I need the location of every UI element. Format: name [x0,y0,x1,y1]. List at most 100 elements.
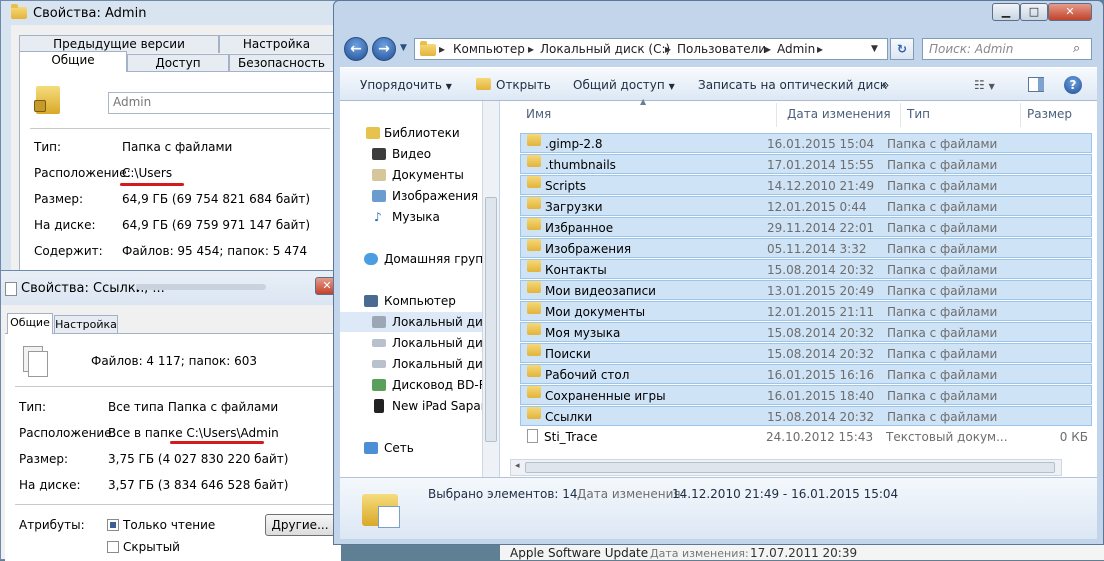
tab-security[interactable]: Безопасность [229,54,334,72]
nav-ipad[interactable]: New iPad Saparov [340,396,483,416]
table-row[interactable]: Рабочий стол 16.01.2015 16:16 Папка с файл… [520,364,1092,384]
history-dropdown-icon[interactable]: ▼ [400,43,407,53]
table-row[interactable]: .gimp-2.8 16.01.2015 15:04 Папка с файлами [520,133,1092,153]
file-type: Папка с файлами [887,137,998,151]
column-date[interactable]: Дата изменения [787,107,891,121]
nav-local-disk-c[interactable]: Локальный диск (C:) [340,312,483,332]
folder-icon [420,41,436,56]
file-name: Изображения [545,242,632,256]
table-row[interactable]: Поиски 15.08.2014 20:32 Папка с файлами [520,343,1092,363]
tab-general[interactable]: Общие [19,51,127,72]
address-bar[interactable]: ▸ Компьютер ▸ Локальный диск (C:) ▸ Поль… [414,38,888,60]
hidden-checkbox[interactable] [107,541,119,553]
text-file-icon [527,429,538,443]
preview-pane-icon[interactable] [1028,77,1044,92]
tab-sharing[interactable]: Доступ [127,54,229,72]
tab-customize[interactable]: Настройка [219,35,334,53]
table-row[interactable]: Ссылки 15.08.2014 20:32 Папка с файлами [520,406,1092,426]
table-row[interactable]: Контакты 15.08.2014 20:32 Папка с файлами [520,259,1092,279]
address-dropdown-icon[interactable]: ▼ [871,44,878,54]
folder-icon [527,155,541,167]
nav-documents[interactable]: Документы [340,165,483,185]
location-label: Расположение: [19,426,116,440]
table-row[interactable]: Изображения 05.11.2014 3:32 Папка с файлам… [520,238,1092,258]
properties-window-links: Свойства: Ссылки, ... ✕ Общие Настройка … [0,270,341,561]
file-type: Папка с файлами [887,200,998,214]
breadcrumb-arrow-icon[interactable]: ▸ [817,42,823,56]
breadcrumb-local-disk[interactable]: Локальный диск (C:) [540,42,670,56]
horizontal-scrollbar[interactable]: ◂ [510,459,1062,476]
title-bar[interactable]: Свойства: Admin [1,1,339,25]
nav-music[interactable]: ♪ Музыка [340,207,483,227]
share-button[interactable]: Общий доступ ▼ [573,78,675,92]
table-row[interactable]: Загрузки 12.01.2015 0:44 Папка с файлами [520,196,1092,216]
breadcrumb-computer[interactable]: Компьютер [453,42,525,56]
nav-libraries[interactable]: Библиотеки [340,123,483,143]
scroll-left-icon[interactable]: ◂ [515,461,520,471]
table-row[interactable]: Мои видеозаписи 13.01.2015 20:49 Папка с ф… [520,280,1092,300]
column-name[interactable]: Имя [526,107,551,121]
details-pane: Выбрано элементов: 14 Дата изменения: 14… [340,477,1097,539]
view-options-icon[interactable]: ☷ ▼ [974,78,995,92]
back-button[interactable]: ← [344,37,368,61]
table-row[interactable]: Избранное 29.11.2014 22:01 Папка с файлами [520,217,1092,237]
minimize-button[interactable]: ▁ [992,3,1020,21]
breadcrumb-arrow-icon[interactable]: ▸ [439,42,445,56]
nav-video[interactable]: Видео [340,144,483,164]
nav-network[interactable]: Сеть [340,438,483,458]
nav-computer[interactable]: Компьютер [340,291,483,311]
breadcrumb-admin[interactable]: Admin [777,42,815,56]
table-row[interactable]: Мои документы 12.01.2015 21:11 Папка с фай… [520,301,1092,321]
other-attributes-button[interactable]: Другие... [265,514,335,536]
scroll-thumb[interactable] [525,462,1055,473]
location-value: Все в папке C:\Users\Admin [108,426,279,440]
file-size: 0 КБ [1059,430,1088,444]
title-bar[interactable]: Свойства: Ссылки, ... ✕ [1,271,339,305]
breadcrumb-arrow-icon[interactable]: ▸ [665,42,671,56]
file-date: 15.08.2014 20:32 [767,347,875,361]
nav-homegroup[interactable]: Домашняя группа [340,249,483,269]
files-icon [5,282,17,296]
file-name: Контакты [545,263,607,277]
nav-images[interactable]: Изображения [340,186,483,206]
nav-bd-rom[interactable]: Дисковод BD-ROM [340,375,483,395]
date-modified-label: Дата изменения: [577,487,685,501]
forward-button[interactable]: → [372,37,396,61]
search-icon[interactable]: ⌕ [1073,41,1080,56]
open-folder-icon [476,78,491,90]
breadcrumb-arrow-icon[interactable]: ▸ [528,42,534,56]
open-button[interactable]: Открыть [496,78,551,92]
maximize-button[interactable]: □ [1020,3,1048,21]
table-row[interactable]: Сохраненные игры 16.01.2015 18:40 Папка с … [520,385,1092,405]
scroll-thumb[interactable] [485,197,497,442]
refresh-icon[interactable]: ↻ [890,38,914,60]
table-row[interactable]: Sti_Trace 24.10.2012 15:43 Текстовый докум… [520,427,1092,447]
nav-scrollbar[interactable] [482,101,499,477]
file-date: 12.01.2015 21:11 [767,305,875,319]
folder-icon [527,281,541,293]
help-icon[interactable]: ? [1064,76,1082,94]
tab-general[interactable]: Общие [7,313,53,334]
search-input[interactable]: Поиск: Admin ⌕ [922,38,1092,60]
table-row[interactable]: Моя музыка 15.08.2014 20:32 Папка с файлам… [520,322,1092,342]
breadcrumb-arrow-icon[interactable]: ▸ [765,42,771,56]
selection-folder-icon [362,484,402,528]
folder-icon [527,365,541,377]
tab-customize[interactable]: Настройка [54,315,118,333]
file-name: Избранное [545,221,614,235]
name-field[interactable]: Admin [108,92,337,114]
organize-button[interactable]: Упорядочить ▼ [360,78,452,92]
more-commands-button[interactable]: » [882,78,889,92]
table-row[interactable]: .thumbnails 17.01.2014 15:55 Папка с файла… [520,154,1092,174]
column-type[interactable]: Тип [907,107,930,121]
table-row[interactable]: Scripts 14.12.2010 21:49 Папка с файлами [520,175,1092,195]
breadcrumb-users[interactable]: Пользователи [677,42,766,56]
readonly-checkbox[interactable] [107,519,119,531]
column-size[interactable]: Размер [1027,107,1072,121]
date-range-value: 14.12.2010 21:49 - 16.01.2015 15:04 [672,487,899,501]
blurred-text [136,284,266,290]
burn-button[interactable]: Записать на оптический диск [698,78,887,92]
nav-local-disk-e[interactable]: Локальный диск (E:) [340,354,483,374]
close-button[interactable]: ✕ [1048,3,1092,21]
nav-local-disk-d[interactable]: Локальный диск (D:) [340,333,483,353]
